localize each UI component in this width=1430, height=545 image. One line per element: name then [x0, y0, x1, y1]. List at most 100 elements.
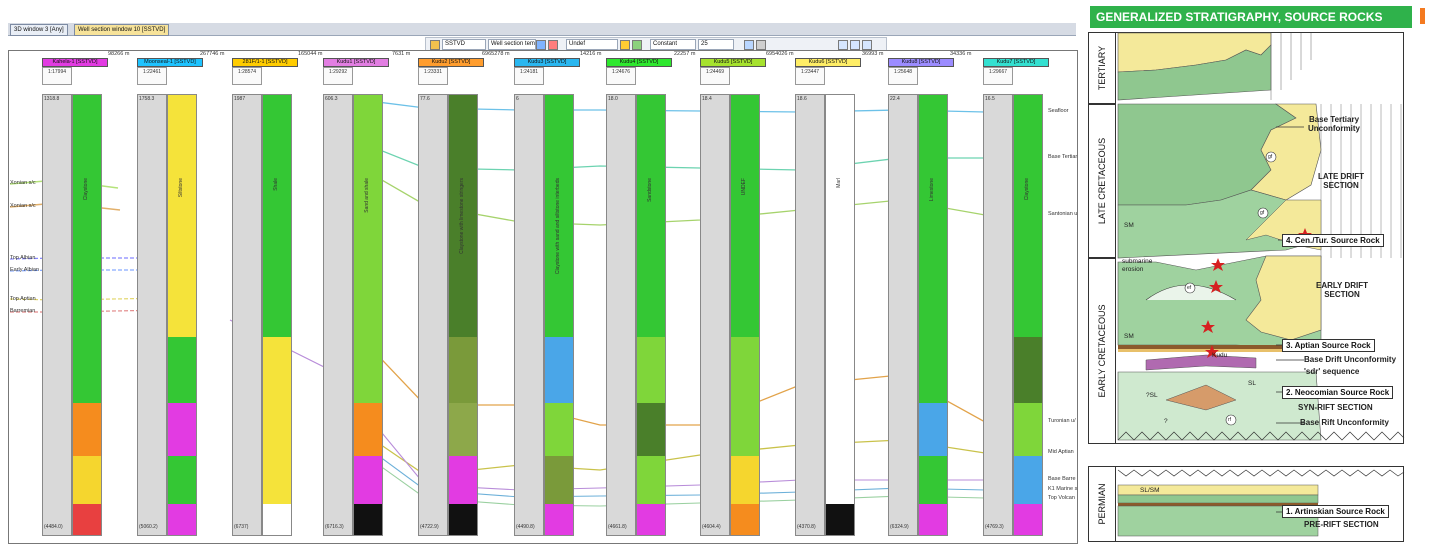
well-9[interactable]: Kudu8 [SSTVD] 1:25648 22.4 (6324.9) Limeston…: [888, 58, 954, 538]
rf-label: rf: [1228, 417, 1232, 423]
lithology-segment: [449, 337, 477, 403]
horizon-label: Base Barre: [1048, 476, 1076, 482]
lithology-segment: [826, 95, 854, 337]
lithology-label: Sandstone: [647, 178, 653, 202]
lithology-segment: [826, 337, 854, 403]
lithology-track: [448, 94, 478, 536]
well-distance: 34336 m: [950, 51, 972, 57]
lithology-label: Sand and shale: [364, 178, 370, 213]
lithology-segment: [637, 95, 665, 337]
depth-track: [606, 94, 636, 536]
gf-label: gf: [1268, 154, 1273, 160]
question-label: ?: [1164, 418, 1168, 425]
lithology-segment: [637, 403, 665, 456]
well-scale: 1:28574: [232, 67, 262, 85]
lithology-segment: [919, 504, 947, 535]
well-header[interactable]: Kahela-1 [SSTVD]: [42, 58, 108, 67]
source-rock-4: 4. Cen./Tur. Source Rock: [1282, 234, 1384, 247]
bottom-depth: (5060.2): [139, 524, 158, 530]
lithology-label: Claystone: [83, 178, 89, 201]
well-header[interactable]: 281F/1-1 [SSTVD]: [232, 58, 298, 67]
well-7[interactable]: Kudu5 [SSTVD] 1:24469 18.4 (4604.4) UNDEF: [700, 58, 766, 538]
source-rock-3: 3. Aptian Source Rock: [1282, 339, 1375, 352]
lithology-segment: [449, 403, 477, 456]
lithology-segment: [919, 403, 947, 456]
late-drift-label: LATE DRIFT SECTION: [1318, 172, 1365, 190]
lithology-segment: [637, 337, 665, 403]
lithology-segment: [354, 95, 382, 337]
lithology-track: [730, 94, 760, 536]
lithology-track: [353, 94, 383, 536]
gf-label: gf: [1260, 210, 1265, 216]
lithology-label: UNDEF: [741, 178, 747, 196]
sl-sm-label: SL/SM: [1140, 487, 1160, 494]
permian-shale: [1117, 494, 1319, 504]
lithology-segment: [73, 504, 101, 535]
well-scale: 1:23447: [795, 67, 825, 85]
top-depth: 77.6: [420, 96, 430, 102]
lithology-segment: [1014, 337, 1042, 403]
well-scale: 1:17994: [42, 67, 72, 85]
horizon-label: Top Volcan: [1048, 495, 1075, 501]
depth-track: [137, 94, 167, 536]
lithology-segment: [354, 337, 382, 403]
ef-label: ef: [1187, 285, 1192, 291]
well-scale: 1:29667: [983, 67, 1013, 85]
lithology-segment: [449, 504, 477, 535]
well-scale: 1:22461: [137, 67, 167, 85]
well-0[interactable]: Kahela-1 [SSTVD] 1:17994 1318.8 (4484.0) Cla…: [42, 58, 108, 538]
lithology-segment: [919, 337, 947, 403]
well-3[interactable]: Kudu1 [SSTVD] 1:29292 606.3 (6716.3) Sand an…: [323, 58, 389, 538]
well-header[interactable]: Kudu1 [SSTVD]: [323, 58, 389, 67]
horizon-label: Base Tertiar: [1048, 154, 1078, 160]
sl-label: ?SL: [1146, 392, 1158, 399]
well-header[interactable]: Kudu7 [SSTVD]: [983, 58, 1049, 67]
lithology-label: Siltstone: [178, 178, 184, 198]
lithology-segment: [354, 403, 382, 456]
well-4[interactable]: Kudu2 [SSTVD] 1:23331 77.6 (4722.9) Clayston…: [418, 58, 484, 538]
horizon-label: Barremian: [10, 308, 36, 314]
lithology-segment: [263, 95, 291, 337]
lithology-segment: [168, 455, 196, 505]
well-scale: 1:24676: [606, 67, 636, 85]
base-drift-label: Base Drift Unconformity: [1304, 355, 1397, 364]
hiatus-hatching: [1270, 33, 1312, 100]
lithology-segment: [731, 455, 759, 505]
well-header[interactable]: Kudu5 [SSTVD]: [700, 58, 766, 67]
well-5[interactable]: Kudu3 [SSTVD] 1:24181 6 (4490.8) Claystone w…: [514, 58, 580, 538]
lithology-segment: [1014, 403, 1042, 456]
well-header[interactable]: Kudu4 [SSTVD]: [606, 58, 672, 67]
lithology-segment: [919, 455, 947, 505]
well-10[interactable]: Kudu7 [SSTVD] 1:29667 16.5 (4769.3) Clayston…: [983, 58, 1049, 538]
well-header[interactable]: Kudu8 [SSTVD]: [888, 58, 954, 67]
lithology-segment: [637, 455, 665, 505]
lithology-track: [1013, 94, 1043, 536]
top-depth: 1318.8: [44, 96, 60, 102]
lithology-track: [825, 94, 855, 536]
lithology-segment: [263, 504, 291, 535]
well-1[interactable]: Moonseal-1 [SSTVD] 1:22461 1758.3 (5060.2) S…: [137, 58, 203, 538]
depth-track: [888, 94, 918, 536]
well-8[interactable]: Kudu6 [SSTVD] 1:23447 18.6 (4370.8) Marl: [795, 58, 861, 538]
well-header[interactable]: Moonseal-1 [SSTVD]: [137, 58, 203, 67]
well-header[interactable]: Kudu6 [SSTVD]: [795, 58, 861, 67]
well-scale: 1:25648: [888, 67, 918, 85]
syn-rift-label: SYN-RIFT SECTION: [1298, 403, 1373, 412]
bottom-depth: (4604.4): [702, 524, 721, 530]
lithology-label: Claystone with sand and siltstone interb…: [555, 178, 561, 275]
well-header[interactable]: Kudu2 [SSTVD]: [418, 58, 484, 67]
well-distance: 267746 m: [200, 51, 225, 57]
well-scale: 1:29292: [323, 67, 353, 85]
lithology-label: Claystone with limestone stringers: [459, 178, 465, 254]
syn-rift-block: [1117, 371, 1322, 441]
lithology-segment: [637, 504, 665, 535]
lithology-segment: [168, 337, 196, 403]
top-depth: 1758.3: [139, 96, 155, 102]
well-2[interactable]: 281F/1-1 [SSTVD] 1:28574 1987 (6737) Shale: [232, 58, 298, 538]
horizon-label: Turonian u/: [1048, 418, 1076, 424]
lithology-segment: [731, 337, 759, 403]
lithology-segment: [168, 504, 196, 535]
well-6[interactable]: Kudu4 [SSTVD] 1:24676 18.0 (4661.8) Sandston…: [606, 58, 672, 538]
sl-label: SL: [1248, 380, 1256, 387]
well-header[interactable]: Kudu3 [SSTVD]: [514, 58, 580, 67]
